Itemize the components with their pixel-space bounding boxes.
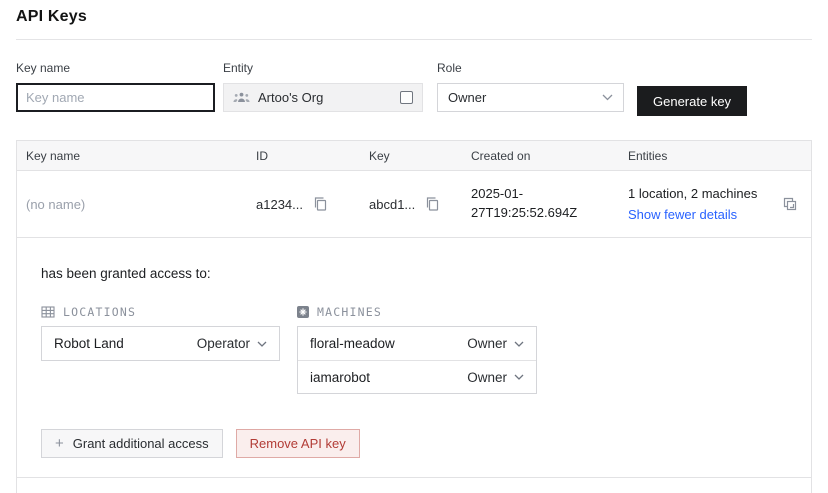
header-key-name: Key name bbox=[17, 149, 256, 163]
api-keys-table: Key name ID Key Created on Entities (no … bbox=[16, 140, 812, 493]
key-name-field: Key name bbox=[16, 61, 215, 112]
machine-role-select[interactable]: Owner bbox=[467, 370, 524, 385]
machine-role-value: Owner bbox=[467, 370, 507, 385]
machines-group: MACHINES floral-meadow Owner bbox=[297, 305, 537, 394]
role-value: Owner bbox=[448, 90, 486, 105]
machine-name: floral-meadow bbox=[310, 336, 395, 351]
table-header: Key name ID Key Created on Entities bbox=[17, 141, 811, 171]
chevron-down-icon bbox=[602, 94, 613, 101]
location-role-value: Operator bbox=[197, 336, 250, 351]
title-divider bbox=[16, 39, 812, 40]
row-key-name: (no name) bbox=[17, 197, 256, 212]
machine-access-row: iamarobot Owner bbox=[298, 360, 536, 393]
machine-access-row: floral-meadow Owner bbox=[298, 327, 536, 360]
header-entities: Entities bbox=[628, 149, 773, 163]
location-role-select[interactable]: Operator bbox=[197, 336, 267, 351]
api-keys-page: API Keys Key name Entity Artoo's Org R bbox=[0, 0, 828, 493]
copy-icon bbox=[425, 196, 440, 212]
expanded-details: has been granted access to: LOCATIONS bbox=[17, 238, 811, 478]
row-entities: 1 location, 2 machines bbox=[628, 184, 767, 204]
show-fewer-details-link[interactable]: Show fewer details bbox=[628, 205, 767, 225]
locations-icon bbox=[41, 306, 55, 318]
grant-button-label: Grant additional access bbox=[73, 436, 209, 451]
copy-icon bbox=[313, 196, 328, 212]
chevron-down-icon bbox=[257, 341, 267, 347]
row-id: a1234... bbox=[256, 197, 303, 212]
page-title: API Keys bbox=[16, 8, 87, 26]
header-id: ID bbox=[256, 149, 369, 163]
chevron-down-icon bbox=[514, 341, 524, 347]
remove-api-key-button[interactable]: Remove API key bbox=[236, 429, 360, 458]
header-created-on: Created on bbox=[471, 149, 628, 163]
copy-key-button[interactable] bbox=[425, 196, 440, 212]
entity-square-icon bbox=[400, 91, 413, 104]
machine-role-value: Owner bbox=[467, 336, 507, 351]
organization-icon bbox=[233, 92, 250, 103]
plus-icon: + bbox=[55, 436, 64, 451]
machines-box: floral-meadow Owner iamarobot bbox=[297, 326, 537, 394]
table-row: (no name) a1234... abcd1... bbox=[17, 171, 811, 238]
role-field: Role Owner bbox=[437, 61, 624, 112]
row-key: abcd1... bbox=[369, 197, 415, 212]
location-access-row: Robot Land Operator bbox=[42, 327, 279, 360]
machine-role-select[interactable]: Owner bbox=[467, 336, 524, 351]
access-intro-text: has been granted access to: bbox=[41, 266, 787, 281]
generate-key-button[interactable]: Generate key bbox=[637, 86, 747, 116]
duplicate-icon bbox=[782, 196, 798, 212]
header-key: Key bbox=[369, 149, 471, 163]
entity-select[interactable]: Artoo's Org bbox=[223, 83, 423, 112]
entity-value: Artoo's Org bbox=[258, 90, 323, 105]
role-select[interactable]: Owner bbox=[437, 83, 624, 112]
row-created-on: 2025-01-27T19:25:52.694Z bbox=[471, 185, 628, 223]
duplicate-key-button[interactable] bbox=[782, 196, 798, 212]
machines-icon bbox=[297, 306, 309, 318]
entity-label: Entity bbox=[223, 61, 423, 75]
locations-box: Robot Land Operator bbox=[41, 326, 280, 361]
chevron-down-icon bbox=[514, 374, 524, 380]
machines-heading: MACHINES bbox=[317, 305, 382, 319]
entity-field: Entity Artoo's Org bbox=[223, 61, 423, 112]
grant-additional-access-button[interactable]: + Grant additional access bbox=[41, 429, 223, 458]
machine-name: iamarobot bbox=[310, 370, 370, 385]
key-name-input[interactable] bbox=[16, 83, 215, 112]
locations-group: LOCATIONS Robot Land Operator bbox=[41, 305, 280, 394]
copy-id-button[interactable] bbox=[313, 196, 328, 212]
locations-heading: LOCATIONS bbox=[63, 305, 136, 319]
location-name: Robot Land bbox=[54, 336, 124, 351]
role-label: Role bbox=[437, 61, 624, 75]
key-name-label: Key name bbox=[16, 61, 215, 75]
